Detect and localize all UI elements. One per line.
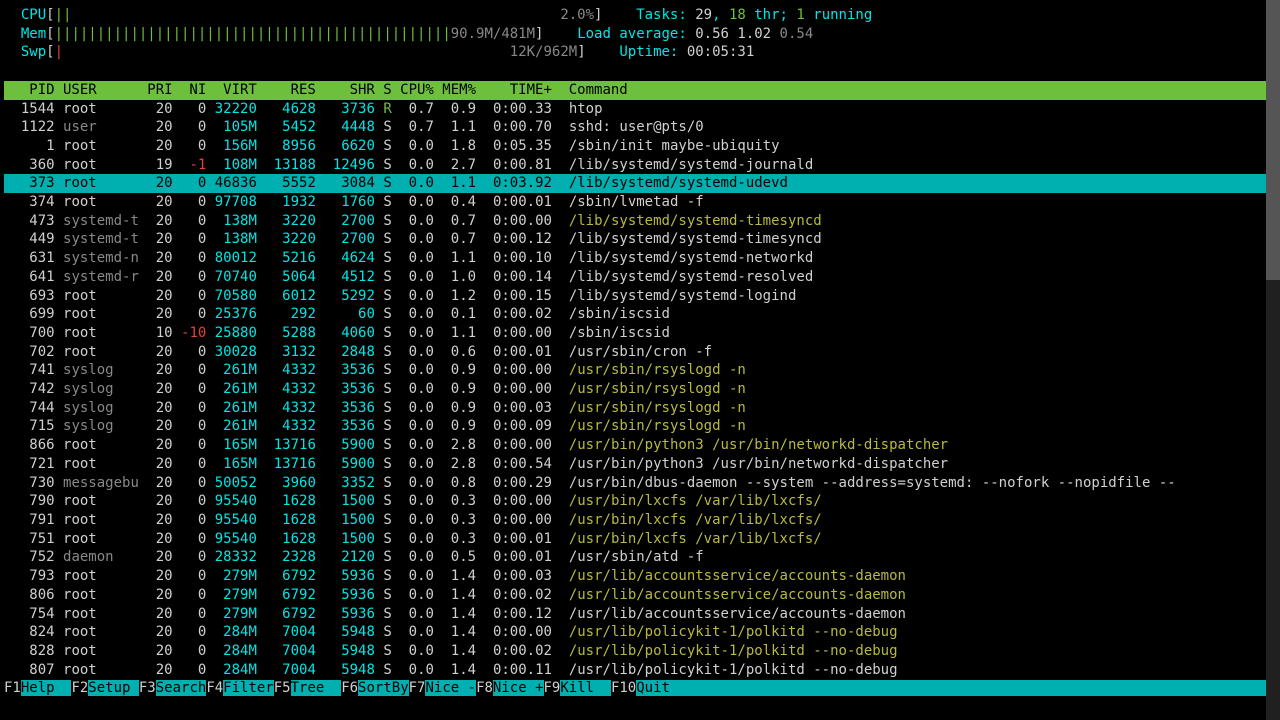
process-row[interactable]: 700 root 10 -10 25880 5288 4060 S 0.0 1.… xyxy=(4,324,1276,343)
process-row[interactable]: 793 root 20 0 279M 6792 5936 S 0.0 1.4 0… xyxy=(4,567,1276,586)
process-row[interactable]: 1544 root 20 0 32220 4628 3736 R 0.7 0.9… xyxy=(4,100,1276,119)
function-key-bar[interactable]: F1Help F2Setup F3SearchF4FilterF5Tree F6… xyxy=(4,679,1276,698)
process-row[interactable]: 374 root 20 0 97708 1932 1760 S 0.0 0.4 … xyxy=(4,193,1276,212)
htop-screen[interactable]: CPU[|| 2.0%] Tasks: 29, 18 thr; 1 runnin… xyxy=(0,0,1280,698)
column-headers[interactable]: PID USER PRI NI VIRT RES SHR S CPU% MEM%… xyxy=(4,81,1276,100)
cpu-meter: CPU[|| 2.0%] Tasks: 29, 18 thr; 1 runnin… xyxy=(4,6,1276,25)
process-row[interactable]: 1 root 20 0 156M 8956 6620 S 0.0 1.8 0:0… xyxy=(4,137,1276,156)
process-row[interactable]: 752 daemon 20 0 28332 2328 2120 S 0.0 0.… xyxy=(4,548,1276,567)
process-row[interactable]: 715 syslog 20 0 261M 4332 3536 S 0.0 0.9… xyxy=(4,417,1276,436)
process-row[interactable]: 699 root 20 0 25376 292 60 S 0.0 0.1 0:0… xyxy=(4,305,1276,324)
process-row[interactable]: 806 root 20 0 279M 6792 5936 S 0.0 1.4 0… xyxy=(4,586,1276,605)
process-row[interactable]: 744 syslog 20 0 261M 4332 3536 S 0.0 0.9… xyxy=(4,399,1276,418)
process-row[interactable]: 721 root 20 0 165M 13716 5900 S 0.0 2.8 … xyxy=(4,455,1276,474)
process-row[interactable]: 828 root 20 0 284M 7004 5948 S 0.0 1.4 0… xyxy=(4,642,1276,661)
process-row[interactable]: 741 syslog 20 0 261M 4332 3536 S 0.0 0.9… xyxy=(4,361,1276,380)
process-row[interactable]: 360 root 19 -1 108M 13188 12496 S 0.0 2.… xyxy=(4,156,1276,175)
process-row[interactable]: 742 syslog 20 0 261M 4332 3536 S 0.0 0.9… xyxy=(4,380,1276,399)
process-row[interactable]: 449 systemd-t 20 0 138M 3220 2700 S 0.0 … xyxy=(4,230,1276,249)
process-row[interactable]: 641 systemd-r 20 0 70740 5064 4512 S 0.0… xyxy=(4,268,1276,287)
process-row[interactable]: 751 root 20 0 95540 1628 1500 S 0.0 0.3 … xyxy=(4,530,1276,549)
process-row[interactable]: 824 root 20 0 284M 7004 5948 S 0.0 1.4 0… xyxy=(4,623,1276,642)
process-row[interactable]: 473 systemd-t 20 0 138M 3220 2700 S 0.0 … xyxy=(4,212,1276,231)
process-row[interactable]: 754 root 20 0 279M 6792 5936 S 0.0 1.4 0… xyxy=(4,605,1276,624)
process-row[interactable]: 866 root 20 0 165M 13716 5900 S 0.0 2.8 … xyxy=(4,436,1276,455)
swp-meter: Swp[| 12K/962M] Uptime: 00:05:31 xyxy=(4,43,1276,62)
process-row[interactable]: 791 root 20 0 95540 1628 1500 S 0.0 0.3 … xyxy=(4,511,1276,530)
process-row[interactable]: 373 root 20 0 46836 5552 3084 S 0.0 1.1 … xyxy=(4,174,1276,193)
scrollbar-thumb[interactable] xyxy=(1266,0,1280,280)
process-row[interactable]: 730 messagebu 20 0 50052 3960 3352 S 0.0… xyxy=(4,474,1276,493)
blank xyxy=(4,62,1276,81)
process-row[interactable]: 1122 user 20 0 105M 5452 4448 S 0.7 1.1 … xyxy=(4,118,1276,137)
process-row[interactable]: 790 root 20 0 95540 1628 1500 S 0.0 0.3 … xyxy=(4,492,1276,511)
process-row[interactable]: 807 root 20 0 284M 7004 5948 S 0.0 1.4 0… xyxy=(4,661,1276,680)
process-row[interactable]: 693 root 20 0 70580 6012 5292 S 0.0 1.2 … xyxy=(4,287,1276,306)
process-row[interactable]: 631 systemd-n 20 0 80012 5216 4624 S 0.0… xyxy=(4,249,1276,268)
process-list[interactable]: 1544 root 20 0 32220 4628 3736 R 0.7 0.9… xyxy=(4,100,1276,680)
mem-meter: Mem[||||||||||||||||||||||||||||||||||||… xyxy=(4,25,1276,44)
scrollbar[interactable] xyxy=(1266,0,1280,720)
process-row[interactable]: 702 root 20 0 30028 3132 2848 S 0.0 0.6 … xyxy=(4,343,1276,362)
